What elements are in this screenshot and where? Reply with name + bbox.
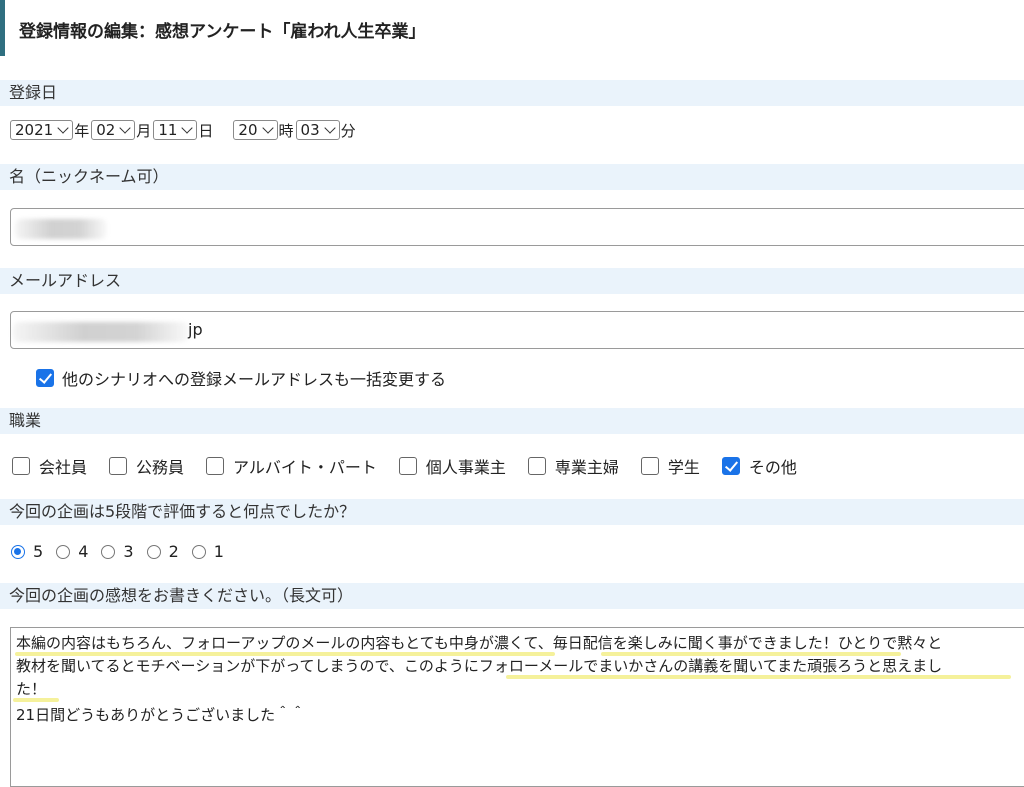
occupation-checkbox[interactable] <box>398 457 417 475</box>
rating-radio[interactable] <box>191 544 206 559</box>
name-input[interactable] <box>10 208 1024 246</box>
impressions-line: 教材を聞いてるとモチベーションが下がってしまうので、このようにフォローメールでま… <box>16 657 943 675</box>
hour-select[interactable]: 20 <box>233 120 278 140</box>
impressions-line: 21日間どうもありがとうございました＾＾ <box>16 706 306 724</box>
occupation-option-homemaker[interactable]: 専業主婦 <box>527 454 619 478</box>
registration-date-label: 登録日 <box>0 80 1024 106</box>
occupation-option-civil-servant[interactable]: 公務員 <box>109 454 184 478</box>
rating-options: 5 4 3 2 1 <box>11 542 237 561</box>
impressions-line: 本編の内容はもちろん、フォローアップのメールの内容もとても中身が濃くて、毎日配信… <box>16 634 943 652</box>
chevron-down-icon <box>323 122 336 134</box>
rating-option-2[interactable]: 2 <box>146 542 179 561</box>
email-visible-suffix: jp <box>188 320 203 339</box>
impressions-line: た！ <box>16 680 47 698</box>
bulk-change-label: 他のシナリオへの登録メールアドレスも一括変更する <box>62 370 447 389</box>
occupation-checkbox[interactable] <box>12 457 30 475</box>
redacted-email <box>13 322 189 342</box>
email-label: メールアドレス <box>0 268 1024 294</box>
chevron-down-icon <box>261 122 274 134</box>
page-header: 登録情報の編集：感想アンケート「雇われ人生卒業」 <box>0 0 1024 56</box>
bulk-change-checkbox[interactable] <box>36 369 54 387</box>
minute-unit: 分 <box>340 121 356 140</box>
occupation-options: 会社員 公務員 アルバイト・パート 個人事業主 専業主婦 学生 その他 <box>12 454 819 478</box>
minute-select[interactable]: 03 <box>295 120 340 140</box>
chevron-down-icon <box>57 122 69 134</box>
chevron-down-icon <box>119 122 131 134</box>
impressions-label: 今回の企画の感想をお書きください。（長文可） <box>0 583 1024 609</box>
chevron-down-icon <box>181 122 194 134</box>
rating-option-1[interactable]: 1 <box>191 542 224 561</box>
occupation-option-self-employed[interactable]: 個人事業主 <box>398 454 506 478</box>
rating-option-3[interactable]: 3 <box>101 542 134 561</box>
registration-date-row: 2021 年 02 月 11 日 20 時 03 分 <box>10 118 358 142</box>
year-select[interactable]: 2021 <box>10 120 74 140</box>
rating-label: 今回の企画は5段階で評価すると何点でしたか？ <box>0 499 1024 525</box>
occupation-label: 職業 <box>0 408 1024 434</box>
bulk-change-option[interactable]: 他のシナリオへの登録メールアドレスも一括変更する <box>36 366 446 390</box>
rating-option-5[interactable]: 5 <box>11 542 43 561</box>
email-input[interactable]: jp <box>10 311 1024 349</box>
month-unit: 月 <box>136 121 152 140</box>
day-unit: 日 <box>198 121 214 140</box>
impressions-textarea[interactable]: 本編の内容はもちろん、フォローアップのメールの内容もとても中身が濃くて、毎日配信… <box>10 627 1024 787</box>
rating-option-4[interactable]: 4 <box>56 542 88 561</box>
rating-radio[interactable] <box>11 544 25 559</box>
occupation-option-company-employee[interactable]: 会社員 <box>12 454 87 478</box>
occupation-checkbox[interactable] <box>721 457 740 475</box>
page-title: 登録情報の編集：感想アンケート「雇われ人生卒業」 <box>19 22 426 42</box>
year-unit: 年 <box>74 121 90 140</box>
occupation-option-part-time[interactable]: アルバイト・パート <box>206 454 377 478</box>
occupation-checkbox[interactable] <box>640 457 659 475</box>
occupation-option-other[interactable]: その他 <box>721 454 797 478</box>
occupation-option-student[interactable]: 学生 <box>640 454 700 478</box>
occupation-checkbox[interactable] <box>206 457 225 475</box>
hour-unit: 時 <box>278 121 294 140</box>
month-select[interactable]: 02 <box>91 120 136 140</box>
occupation-checkbox[interactable] <box>527 457 546 475</box>
name-label: 名（ニックネーム可） <box>0 164 1024 190</box>
occupation-checkbox[interactable] <box>109 457 128 475</box>
redacted-name <box>15 219 107 239</box>
day-select[interactable]: 11 <box>153 120 198 140</box>
rating-radio[interactable] <box>146 544 161 559</box>
rating-radio[interactable] <box>101 544 116 559</box>
rating-radio[interactable] <box>56 544 71 559</box>
